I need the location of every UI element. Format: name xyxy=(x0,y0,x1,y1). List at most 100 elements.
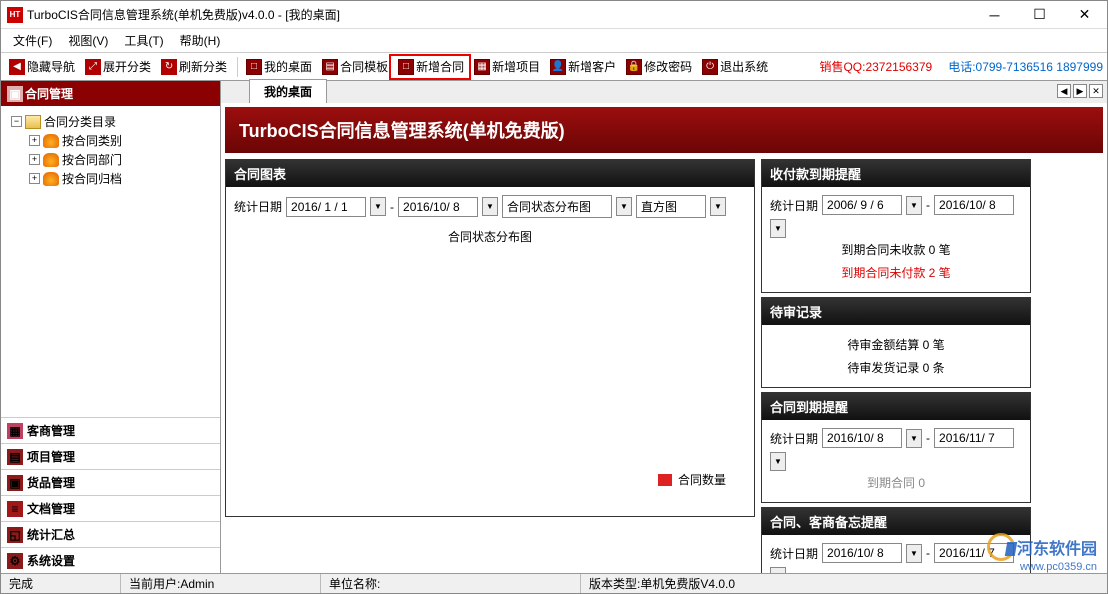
desktop-page: TurboCIS合同信息管理系统(单机免费版) 合同图表 统计日期 2016/ … xyxy=(221,103,1107,573)
pay-date-to[interactable]: 2016/10/ 8 xyxy=(934,195,1014,215)
maximize-button[interactable]: ☐ xyxy=(1017,1,1062,29)
pay-unpaid-line: 到期合同未付款 2 笔 xyxy=(770,261,1022,284)
date-dropdown-icon[interactable]: ▼ xyxy=(370,197,386,216)
status-user: 当前用户:Admin xyxy=(121,574,321,593)
sidebar-tree: − 合同分类目录 + 按合同类别 + 按合同部门 + 按合同归档 xyxy=(1,106,220,417)
menu-file[interactable]: 文件(F) xyxy=(5,29,60,52)
stat-date-label: 统计日期 xyxy=(770,197,818,214)
sidebar-header-contract[interactable]: ▣ 合同管理 xyxy=(1,81,220,106)
goods-icon: ▣ xyxy=(7,475,23,491)
chart-canvas: 合同状态分布图 合同数量 xyxy=(234,218,746,508)
tab-strip: 我的桌面 ◀ ▶ ✕ xyxy=(221,81,1107,103)
pay-unreceived-line: 到期合同未收款 0 笔 xyxy=(770,238,1022,261)
hide-nav-button[interactable]: ◀隐藏导航 xyxy=(5,56,79,77)
date-dropdown-icon[interactable]: ▼ xyxy=(770,452,786,471)
date-dropdown-icon[interactable]: ▼ xyxy=(906,544,922,563)
exit-icon: ⏻ xyxy=(702,59,718,75)
menu-tool[interactable]: 工具(T) xyxy=(116,29,171,52)
contract-template-button[interactable]: ▤合同模板 xyxy=(318,56,392,77)
customer-icon: ▦ xyxy=(7,423,23,439)
memo-date-to[interactable]: 2016/11/ 7 xyxy=(934,543,1014,563)
template-icon: ▤ xyxy=(322,59,338,75)
hide-nav-icon: ◀ xyxy=(9,59,25,75)
fire-icon xyxy=(43,172,59,186)
tree-child-archive[interactable]: + 按合同归档 xyxy=(7,169,214,188)
date-dropdown-icon[interactable]: ▼ xyxy=(906,196,922,215)
minimize-button[interactable]: ─ xyxy=(972,1,1017,29)
stats-icon: ◱ xyxy=(7,527,23,543)
panel-title: 收付款到期提醒 xyxy=(762,160,1030,187)
project-icon: ▤ xyxy=(7,449,23,465)
toolbar-separator xyxy=(237,57,238,77)
tab-close-button[interactable]: ✕ xyxy=(1089,84,1103,98)
menu-view[interactable]: 视图(V) xyxy=(60,29,116,52)
content-area: 我的桌面 ◀ ▶ ✕ TurboCIS合同信息管理系统(单机免费版) 合同图表 … xyxy=(221,81,1107,573)
date-dropdown-icon[interactable]: ▼ xyxy=(906,429,922,448)
status-version: 版本类型:单机免费版V4.0.0 xyxy=(581,574,1107,593)
tree-expand-icon[interactable]: + xyxy=(29,154,40,165)
refresh-icon: ↻ xyxy=(161,59,177,75)
memo-date-from[interactable]: 2016/10/ 8 xyxy=(822,543,902,563)
my-desktop-button[interactable]: □我的桌面 xyxy=(242,56,316,77)
tree-root[interactable]: − 合同分类目录 xyxy=(7,112,214,131)
refresh-cat-button[interactable]: ↻刷新分类 xyxy=(157,56,231,77)
tab-next-button[interactable]: ▶ xyxy=(1073,84,1087,98)
pay-date-from[interactable]: 2006/ 9 / 6 xyxy=(822,195,902,215)
desktop-icon: □ xyxy=(246,59,262,75)
date-dropdown-icon[interactable]: ▼ xyxy=(770,219,786,238)
contract-expire-panel: 合同到期提醒 统计日期 2016/10/ 8▼ - 2016/11/ 7▼ 到期… xyxy=(761,392,1031,503)
tree-child-category[interactable]: + 按合同类别 xyxy=(7,131,214,150)
panel-title: 待审记录 xyxy=(762,298,1030,325)
chart-panel: 合同图表 统计日期 2016/ 1 / 1▼ - 2016/10/ 8▼ 合同状… xyxy=(225,159,755,517)
tree-child-department[interactable]: + 按合同部门 xyxy=(7,150,214,169)
expand-cat-button[interactable]: ⤢展开分类 xyxy=(81,56,155,77)
select-dropdown-icon[interactable]: ▼ xyxy=(710,197,726,216)
new-contract-button[interactable]: □新增合同 xyxy=(394,56,468,77)
sidebar-item-statistics[interactable]: ◱统计汇总 xyxy=(1,521,220,547)
new-customer-icon: 👤 xyxy=(550,59,566,75)
tree-expand-icon[interactable]: + xyxy=(29,173,40,184)
stat-date-label: 统计日期 xyxy=(770,430,818,447)
status-bar: 完成 当前用户:Admin 单位名称: 版本类型:单机免费版V4.0.0 xyxy=(1,573,1107,593)
new-project-button[interactable]: ▦新增项目 xyxy=(470,56,544,77)
contract-mgmt-icon: ▣ xyxy=(7,86,23,102)
payment-reminder-panel: 收付款到期提醒 统计日期 2006/ 9 / 6▼ - 2016/10/ 8▼ … xyxy=(761,159,1031,293)
change-password-button[interactable]: 🔒修改密码 xyxy=(622,56,696,77)
close-button[interactable]: ✕ xyxy=(1062,1,1107,29)
expire-count-line: 到期合同 0 xyxy=(770,471,1022,494)
expire-date-from[interactable]: 2016/10/ 8 xyxy=(822,428,902,448)
menu-bar: 文件(F) 视图(V) 工具(T) 帮助(H) xyxy=(1,29,1107,53)
memo-panel: 合同、客商备忘提醒 统计日期 2016/10/ 8▼ - 2016/11/ 7▼… xyxy=(761,507,1031,573)
expire-date-to[interactable]: 2016/11/ 7 xyxy=(934,428,1014,448)
date-dropdown-icon[interactable]: ▼ xyxy=(482,197,498,216)
chart-date-to[interactable]: 2016/10/ 8 xyxy=(398,197,478,217)
panel-title: 合同到期提醒 xyxy=(762,393,1030,420)
tab-prev-button[interactable]: ◀ xyxy=(1057,84,1071,98)
telephone-label: 电话:0799-7136516 1897999 xyxy=(948,58,1103,75)
exit-system-button[interactable]: ⏻退出系统 xyxy=(698,56,772,77)
select-dropdown-icon[interactable]: ▼ xyxy=(616,197,632,216)
sidebar-item-document[interactable]: ≡文档管理 xyxy=(1,495,220,521)
sidebar-item-settings[interactable]: ⚙系统设置 xyxy=(1,547,220,573)
status-unit: 单位名称: xyxy=(321,574,581,593)
stat-date-label: 统计日期 xyxy=(770,545,818,562)
chart-type-select[interactable]: 合同状态分布图 xyxy=(502,195,612,218)
tab-my-desktop[interactable]: 我的桌面 xyxy=(249,79,327,103)
page-banner: TurboCIS合同信息管理系统(单机免费版) xyxy=(225,107,1103,153)
sidebar-item-project[interactable]: ▤项目管理 xyxy=(1,443,220,469)
tree-collapse-icon[interactable]: − xyxy=(11,116,22,127)
status-done: 完成 xyxy=(1,574,121,593)
menu-help[interactable]: 帮助(H) xyxy=(172,29,229,52)
date-dropdown-icon[interactable]: ▼ xyxy=(770,567,786,573)
chart-title: 合同状态分布图 xyxy=(234,228,746,245)
sales-qq-label: 销售QQ:2372156379 xyxy=(819,58,932,75)
app-logo-icon: HT xyxy=(7,7,23,23)
new-customer-button[interactable]: 👤新增客户 xyxy=(546,56,620,77)
tree-expand-icon[interactable]: + xyxy=(29,135,40,146)
chart-panel-title: 合同图表 xyxy=(226,160,754,187)
chart-shape-select[interactable]: 直方图 xyxy=(636,195,706,218)
chart-date-from[interactable]: 2016/ 1 / 1 xyxy=(286,197,366,217)
folder-icon xyxy=(25,115,41,129)
sidebar-item-customer[interactable]: ▦客商管理 xyxy=(1,417,220,443)
sidebar-item-goods[interactable]: ▣货品管理 xyxy=(1,469,220,495)
